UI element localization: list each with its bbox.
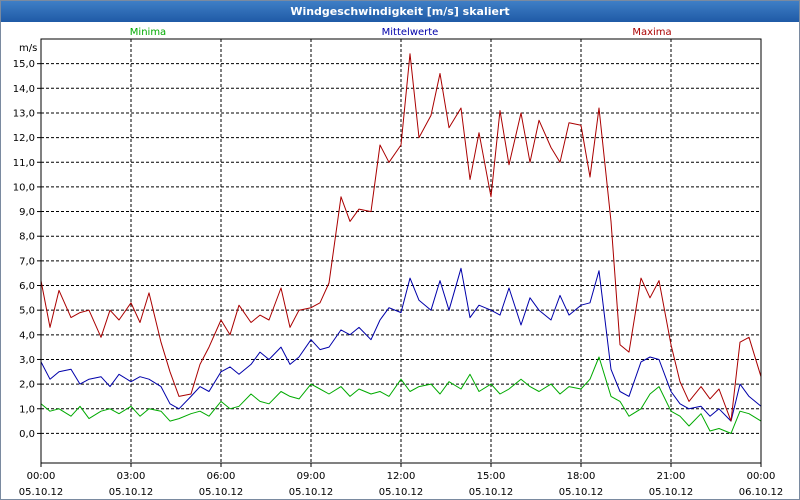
x-tick-date: 05.10.12: [19, 487, 64, 498]
x-tick-time: 15:00: [477, 471, 506, 482]
legend: Minima Mittelwerte Maxima: [130, 27, 672, 38]
x-tick-date: 05.10.12: [289, 487, 334, 498]
x-tick-time: 09:00: [297, 471, 326, 482]
y-tick-label: 5,0: [19, 306, 35, 317]
x-tick-date: 06.10.12: [739, 487, 784, 498]
legend-minima: Minima: [130, 27, 166, 38]
y-tick-label: 13,0: [13, 108, 35, 119]
y-tick-label: 9,0: [19, 207, 35, 218]
legend-mittelwerte: Mittelwerte: [382, 27, 439, 38]
x-tick-time: 06:00: [207, 471, 236, 482]
x-tick-time: 00:00: [27, 471, 56, 482]
x-tick-time: 18:00: [567, 471, 596, 482]
x-tick-time: 12:00: [387, 471, 416, 482]
y-tick-label: 12,0: [13, 133, 35, 144]
y-tick-label: 6,0: [19, 281, 35, 292]
y-tick-label: 14,0: [13, 84, 35, 95]
chart-window: Windgeschwindigkeit [m/s] skaliert 0,0 1,…: [0, 0, 800, 500]
x-tick-date: 05.10.12: [379, 487, 424, 498]
y-tick-label: 8,0: [19, 232, 35, 243]
x-tick-date: 05.10.12: [199, 487, 244, 498]
x-tick-time: 21:00: [657, 471, 686, 482]
y-tick-label: 1,0: [19, 404, 35, 415]
x-tick-date: 05.10.12: [649, 487, 694, 498]
x-axis: 00:00 05.10.12 03:00 05.10.12 06:00 05.10.12 0…: [19, 463, 784, 498]
y-tick-label: 2,0: [19, 380, 35, 391]
y-tick-label: 3,0: [19, 355, 35, 366]
x-tick-date: 05.10.12: [559, 487, 604, 498]
y-tick-label: 11,0: [13, 158, 35, 169]
legend-maxima: Maxima: [632, 27, 671, 38]
x-tick-date: 05.10.12: [109, 487, 154, 498]
x-tick-date: 05.10.12: [469, 487, 514, 498]
x-tick-time: 03:00: [117, 471, 146, 482]
grid: [41, 39, 761, 463]
x-tick-time: 00:00: [747, 471, 776, 482]
y-axis: 0,0 1,0 2,0 3,0 4,0 5,0 6,0 7,0 8,0 9,0 10,0 11,0 12…: [13, 59, 41, 440]
y-tick-label: 4,0: [19, 330, 35, 341]
y-tick-label: 10,0: [13, 182, 35, 193]
y-tick-label: 15,0: [13, 59, 35, 70]
y-tick-label: 0,0: [19, 429, 35, 440]
y-axis-label: m/s: [19, 43, 37, 54]
y-tick-label: 7,0: [19, 256, 35, 267]
line-chart: 0,0 1,0 2,0 3,0 4,0 5,0 6,0 7,0 8,0 9,0 10,0 11,0 12…: [13, 27, 784, 498]
